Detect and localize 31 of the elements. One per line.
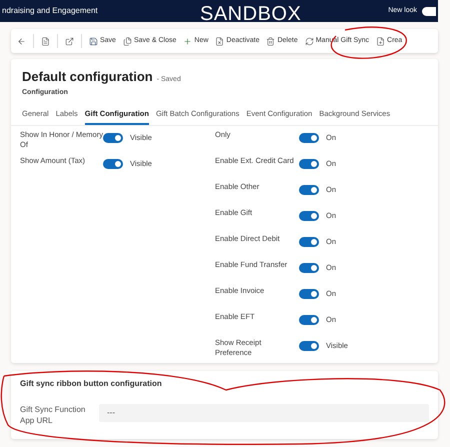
page-icon (41, 36, 50, 46)
document-icon (215, 36, 224, 46)
toggle-switch[interactable] (103, 132, 123, 143)
toggle-switch[interactable] (299, 210, 319, 221)
toggle-switch[interactable] (299, 288, 319, 299)
field-label: Gift Sync Function App URL (20, 404, 86, 426)
sync-icon (304, 36, 314, 46)
toolbar-button[interactable] (17, 36, 26, 46)
new-look-toggle[interactable] (422, 6, 436, 16)
url-field[interactable]: --- (99, 404, 429, 422)
toolbar-button[interactable] (65, 36, 74, 46)
trash-icon (266, 36, 276, 46)
popout-icon (65, 36, 74, 46)
toggle-switch[interactable] (299, 236, 319, 247)
environment-label: SANDBOX (200, 2, 302, 27)
back-icon (17, 36, 26, 46)
toggle-switch[interactable] (299, 262, 319, 273)
toggle-switch[interactable] (299, 184, 319, 195)
save-icon (122, 36, 132, 46)
plus-icon (183, 36, 192, 46)
toggle-switch[interactable] (299, 340, 319, 351)
toggle-switch[interactable] (299, 158, 319, 169)
toggle-switch[interactable] (103, 158, 123, 169)
toolbar-button[interactable] (41, 36, 50, 46)
document-plus-icon (376, 36, 386, 46)
save-icon (89, 36, 98, 46)
toggle-switch[interactable] (299, 132, 319, 143)
toggle-switch[interactable] (299, 314, 319, 325)
section-title: Gift sync ribbon button configuration (20, 378, 163, 390)
app-title: ndraising and Engagement (2, 5, 98, 17)
record-title: Default configuration (22, 68, 153, 86)
